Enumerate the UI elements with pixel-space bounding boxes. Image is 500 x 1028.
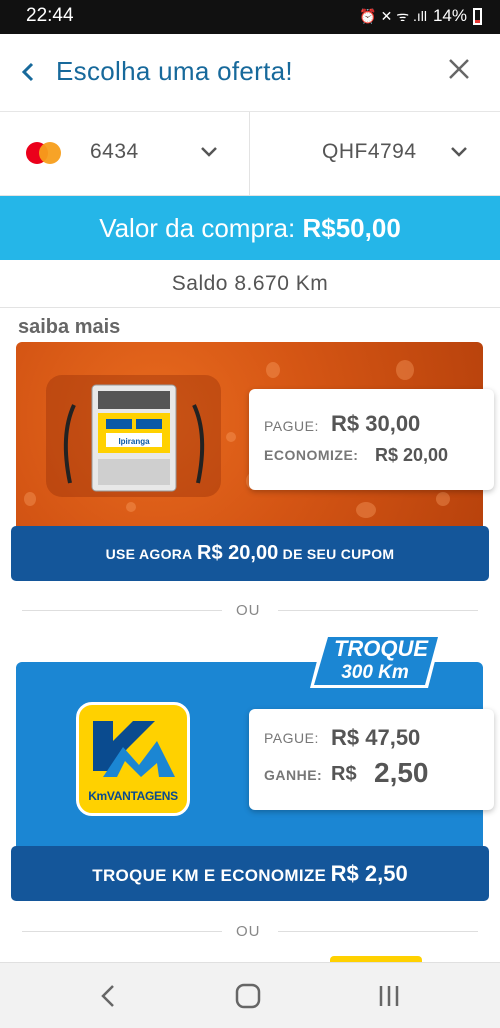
balance-text: Saldo 8.670 Km <box>0 260 500 308</box>
battery-icon <box>473 7 482 25</box>
troque-badge: TROQUE 300 Km <box>310 632 442 690</box>
saiba-mais-link[interactable]: saiba mais <box>18 316 120 339</box>
cta-prefix: TROQUE KM E ECONOMIZE <box>92 866 327 885</box>
app-header: Escolha uma oferta! <box>0 34 500 112</box>
ganhe-currency: R$ <box>331 763 357 785</box>
pague-value: R$ 47,50 <box>331 725 421 750</box>
status-time: 22:44 <box>26 5 74 26</box>
use-coupon-button[interactable]: USE AGORA R$ 20,00 DE SEU CUPOM <box>11 526 489 581</box>
page-title: Escolha uma oferta! <box>56 56 293 86</box>
or-separator: OU <box>236 602 261 619</box>
system-icons: ⏰ ✕ ᯤ .ıll <box>359 7 427 24</box>
purchase-label: Valor da compra: <box>99 213 296 243</box>
cta-amount: R$ 2,50 <box>330 861 408 886</box>
nav-back-icon[interactable] <box>98 981 118 1016</box>
purchase-amount: R$50,00 <box>302 213 401 243</box>
troque-km-button[interactable]: TROQUE KM E ECONOMIZE R$ 2,50 <box>11 846 489 901</box>
or-separator: OU <box>236 923 261 940</box>
vehicle-plate: QHF4794 <box>322 140 417 163</box>
economize-label: ECONOMIZE: <box>264 447 359 463</box>
offer2-price-card: PAGUE: R$ 47,50 GANHE: R$ 2,50 <box>249 709 494 810</box>
kmvantagens-logo: KmVANTAGENS <box>76 702 190 816</box>
badge-line1: TROQUE <box>333 636 429 661</box>
card-number: 6434 <box>90 140 139 163</box>
card-selector[interactable]: 6434 <box>0 112 249 196</box>
android-nav-bar <box>0 962 500 1028</box>
separator-line <box>278 931 478 932</box>
ganhe-label: GANHE: <box>264 767 323 783</box>
purchase-value-bar: Valor da compra: R$50,00 <box>0 196 500 260</box>
status-icons: ⏰ ✕ ᯤ .ıll 14% <box>359 6 482 26</box>
svg-text:Ipiranga: Ipiranga <box>118 437 150 446</box>
nav-home-icon[interactable] <box>235 981 261 1016</box>
status-bar: 22:44 ⏰ ✕ ᯤ .ıll 14% <box>0 0 500 34</box>
ganhe-value: 2,50 <box>374 757 429 788</box>
fuel-pump-illustration: Ipiranga <box>46 375 221 497</box>
pague-value: R$ 30,00 <box>331 411 421 436</box>
cta-amount: R$ 20,00 <box>197 542 279 564</box>
badge-line2: 300 Km <box>341 662 409 683</box>
plate-selector[interactable]: QHF4794 <box>250 112 500 196</box>
nav-recents-icon[interactable] <box>376 981 402 1016</box>
separator-line <box>22 931 222 932</box>
pague-label: PAGUE: <box>264 730 319 746</box>
cta-suffix: DE SEU CUPOM <box>282 546 395 562</box>
pague-label: PAGUE: <box>264 418 319 434</box>
mastercard-icon <box>26 142 62 164</box>
offer1-price-card: PAGUE: R$ 30,00 ECONOMIZE: R$ 20,00 <box>249 389 494 490</box>
logo-text: KmVANTAGENS <box>88 789 178 803</box>
chevron-down-icon <box>450 140 468 164</box>
chevron-down-icon <box>200 140 218 164</box>
economize-value: R$ 20,00 <box>375 445 449 465</box>
close-icon[interactable] <box>446 52 472 95</box>
selectors-row: 6434 QHF4794 <box>0 112 500 196</box>
separator-line <box>22 610 222 611</box>
cta-prefix: USE AGORA <box>105 546 193 562</box>
separator-line <box>278 610 478 611</box>
chevron-left-icon[interactable] <box>18 54 36 99</box>
battery-percent: 14% <box>432 6 467 25</box>
